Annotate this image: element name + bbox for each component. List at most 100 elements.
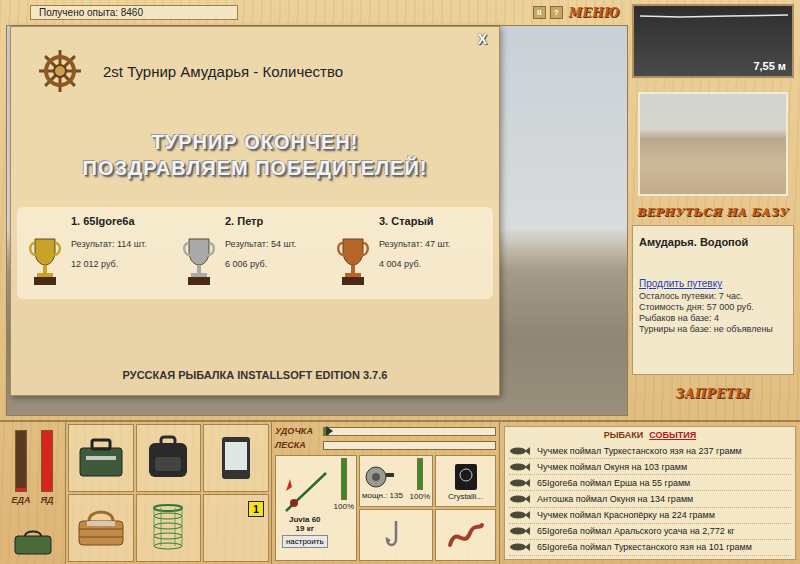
line-spool-icon <box>452 462 480 492</box>
winner-prize: 12 012 руб. <box>71 259 175 269</box>
location-thumbnail <box>638 92 788 196</box>
winner-result: Результат: 114 шт. <box>71 239 175 249</box>
fish-icon <box>509 542 531 552</box>
need-label: ЕДА <box>11 495 30 505</box>
reel-slot[interactable]: мощн.: 135 100% <box>359 455 433 507</box>
event-text: 65Igore6a поймал Туркестанского язя на 1… <box>537 542 752 552</box>
inventory-grid: 1 <box>66 422 272 564</box>
bans-button[interactable]: ЗАПРЕТЫ <box>674 387 753 401</box>
winner-result: Результат: 47 шт. <box>379 239 483 249</box>
tackle-panel: УДОЧКАЛЕСКАJuvia 6019 кгнастроить100%мощ… <box>272 422 500 564</box>
return-to-base-button[interactable]: ВЕРНУТЬСЯ НА БАЗУ <box>635 206 791 219</box>
depth-reading: 7,55 м <box>753 60 786 72</box>
gauge-track <box>323 427 496 436</box>
help-button[interactable]: ? <box>550 6 563 19</box>
rod-icon <box>280 469 330 515</box>
phone-icon <box>219 435 253 481</box>
rod-slot[interactable]: Juvia 6019 кг настроить 100% <box>275 455 357 561</box>
winner-prize: 6 006 руб. <box>225 259 329 269</box>
reel-wear: 100% <box>410 492 430 501</box>
reel-wear-bar <box>417 458 423 490</box>
top-area: Получено опыта: 8460II?МЕНЮX2st Турнир А… <box>0 0 800 420</box>
top-bar: Получено опыта: 8460II?МЕНЮ <box>6 0 628 25</box>
tackle-slots: Juvia 6019 кг настроить 100% мощн.: 135 100%… <box>275 455 496 561</box>
winner-details: Результат: 47 шт. 4 004 руб. <box>379 235 483 287</box>
event-row: Чучмек поймал Краснопёрку на 224 грамм <box>509 508 791 524</box>
fish-icon <box>509 478 531 488</box>
tension-gauge: ЛЕСКА <box>275 439 496 451</box>
fish-icon <box>509 510 531 520</box>
trophy-cup-icon <box>335 235 371 287</box>
setup-button[interactable]: настроить <box>282 535 328 548</box>
event-row: Антошка поймал Окуня на 134 грамм <box>509 491 791 507</box>
hook-icon <box>381 519 411 551</box>
event-text: 65Igore6a поймал Ерша на 55 грамм <box>537 478 690 488</box>
fish-icon <box>509 446 531 456</box>
winner-card: 3. Старый Результат: 47 шт. 4 004 руб. <box>335 215 483 287</box>
need-meter: ЕДА <box>11 430 30 505</box>
events-tab[interactable]: СОБЫТИЯ <box>649 430 696 440</box>
winner-name: 3. Старый <box>379 215 483 227</box>
reel-power: мощн.: 135 <box>362 491 403 500</box>
winner-prize: 4 004 руб. <box>379 259 483 269</box>
winner-name: 2. Петр <box>225 215 329 227</box>
info-line: Стоимость дня: 57 000 руб. <box>639 302 787 313</box>
inventory-slot[interactable] <box>136 494 202 562</box>
tackle-box-icon <box>76 436 126 480</box>
event-text: Чучмек поймал Окуня на 103 грамм <box>537 462 687 472</box>
needs-panel: ЕДА ЯД <box>0 422 66 564</box>
reel-icon <box>362 463 396 491</box>
backpack-icon <box>143 435 193 481</box>
close-button[interactable]: X <box>472 30 493 48</box>
event-text: Антошка поймал Окуня на 134 грамм <box>537 494 693 504</box>
inventory-slot[interactable] <box>68 494 134 562</box>
trophy-cup-icon <box>27 235 63 287</box>
line-slot[interactable]: Crystalli... <box>435 455 496 507</box>
winner-card: 1. 65Igore6a Результат: 114 шт. 12 012 руб… <box>27 215 175 287</box>
location-info: Амударья. ВодопойПродлить путевкуОсталос… <box>632 225 794 375</box>
fish-icon <box>509 462 531 472</box>
game-screen: Получено опыта: 8460II?МЕНЮX2st Турнир А… <box>0 0 800 564</box>
tension-gauge: УДОЧКА <box>275 425 496 437</box>
need-meter: ЯД <box>40 430 53 505</box>
top-controls: II? МЕНЮ <box>533 6 622 20</box>
inventory-slot[interactable] <box>203 424 269 492</box>
events-panel: РЫБАКИ СОБЫТИЯ Чучмек поймал Туркестанског… <box>504 426 796 560</box>
rod-wear-bar <box>341 458 347 500</box>
winner-details: Результат: 114 шт. 12 012 руб. <box>71 235 175 287</box>
events-tab[interactable]: РЫБАКИ <box>604 430 643 440</box>
event-row: 65Igore6a поймал Туркестанского язя на 1… <box>509 540 791 556</box>
event-row: Чучмек поймал Туркестанского язя на 237 … <box>509 443 791 459</box>
hook-slot[interactable] <box>359 509 433 561</box>
bag-icon <box>13 530 53 556</box>
sonar-display: 7,55 м <box>632 4 794 78</box>
info-line: Осталось путевки: 7 час. <box>639 291 787 302</box>
need-bar <box>41 430 53 492</box>
depth-line-icon <box>640 10 788 24</box>
extend-permit-link[interactable]: Продлить путевку <box>639 278 787 289</box>
fish-icon <box>509 526 531 536</box>
dialog-title: 2st Турнир Амударья - Количество <box>103 63 343 80</box>
need-label: ЯД <box>40 495 53 505</box>
inventory-slot[interactable] <box>136 424 202 492</box>
gauge-marker <box>326 426 333 436</box>
ship-wheel-icon <box>37 48 83 94</box>
inventory-slot[interactable] <box>68 424 134 492</box>
fish-icon <box>509 494 531 504</box>
rod-wear: 100% <box>334 502 354 511</box>
info-line: Турниры на базе: не объявлены <box>639 324 787 335</box>
inventory-slot[interactable]: 1 <box>203 494 269 562</box>
rod-weight: 19 кг <box>296 524 314 533</box>
menu-button[interactable]: МЕНЮ <box>567 6 622 20</box>
water-view[interactable]: X2st Турнир Амударья - КоличествоТУРНИР … <box>6 25 628 416</box>
winner-name: 1. 65Igore6a <box>71 215 175 227</box>
rod-name: Juvia 60 <box>289 515 321 524</box>
event-row: 65Igore6a поймал Аральского усача на 2,7… <box>509 524 791 540</box>
pause-button[interactable]: II <box>533 6 546 19</box>
headline-line: ПОЗДРАВЛЯЕМ ПОБЕДИТЕЛЕЙ! <box>11 155 499 181</box>
tournament-dialog: X2st Турнир Амударья - КоличествоТУРНИР … <box>10 26 500 396</box>
right-panel: 7,55 м ВЕРНУТЬСЯ НА БАЗУ Амударья. Водопой… <box>628 0 800 420</box>
winners-list: 1. 65Igore6a Результат: 114 шт. 12 012 руб… <box>17 207 493 299</box>
bait-slot[interactable] <box>435 509 496 561</box>
slot-badge: 1 <box>248 501 264 517</box>
